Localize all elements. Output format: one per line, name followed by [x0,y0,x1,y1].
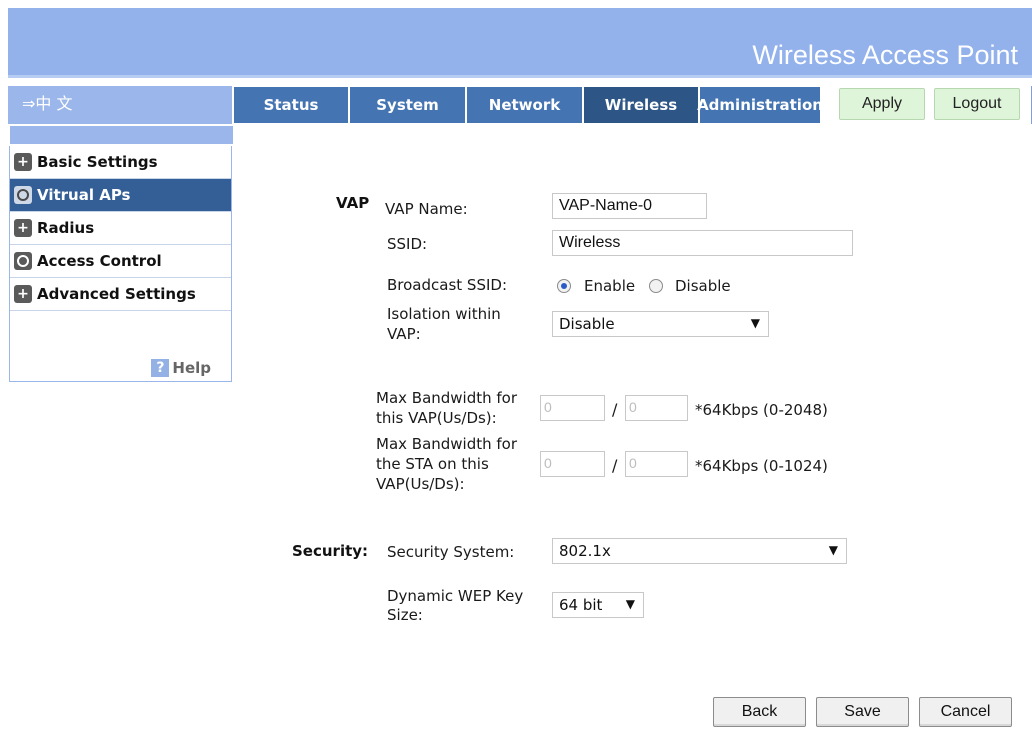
isolation-label-line2: VAP: [387,325,421,343]
security-system-select[interactable]: 802.1x ▼ [552,538,847,564]
wep-key-size-label-line2: Size: [387,606,423,624]
dropdown-arrow-icon: ▼ [750,316,760,330]
dropdown-arrow-icon: ▼ [828,543,838,557]
page-title: Wireless Access Point [752,40,1018,70]
security-system-value: 802.1x [559,542,611,560]
back-button[interactable]: Back [713,697,806,727]
broadcast-disable-label: Disable [675,277,731,295]
plus-icon: + [14,153,32,171]
broadcast-ssid-label: Broadcast SSID: [387,276,507,294]
circle-icon [14,186,32,204]
sidebar-item-basic-settings[interactable]: + Basic Settings [10,146,231,179]
tab-system[interactable]: System [350,87,465,123]
plus-icon: + [14,219,32,237]
help-label: Help [172,359,211,377]
bw-sta-up-input[interactable]: 0 [540,451,605,477]
header-banner: Wireless Access Point [8,8,1032,78]
circle-icon [14,252,32,270]
bw-sta-label: Max Bandwidth for [376,435,518,453]
apply-button[interactable]: Apply [839,88,925,120]
save-button[interactable]: Save [816,697,909,727]
bw-sta-separator: / [612,456,618,475]
sidebar-header-strip [10,126,233,144]
broadcast-disable-radio[interactable] [649,279,663,293]
wep-key-size-value: 64 bit [559,596,603,614]
bw-vap-unit: *64Kbps (0-2048) [695,401,828,419]
bw-vap-separator: / [612,400,618,419]
sidebar-item-advanced-settings[interactable]: + Advanced Settings [10,278,231,311]
sidebar-item-virtual-aps[interactable]: Vitrual APs [10,179,231,212]
isolation-value: Disable [559,315,615,333]
sidebar-item-label: Advanced Settings [37,285,196,303]
section-security: Security: [292,542,369,560]
sidebar-item-label: Access Control [37,252,162,270]
top-nav: ⇒中 文 Status System Network Wireless Admi… [8,86,1032,124]
language-switch[interactable]: ⇒中 文 [8,86,232,124]
sidebar-item-label: Vitrual APs [37,186,131,204]
bw-sta-label-line2: the STA on this [376,455,489,473]
isolation-label: Isolation within [387,305,501,323]
sidebar-item-label: Basic Settings [37,153,158,171]
sidebar-item-access-control[interactable]: Access Control [10,245,231,278]
broadcast-enable-radio[interactable] [557,279,571,293]
help-link[interactable]: ? Help [151,359,211,377]
sidebar-item-label: Radius [37,219,95,237]
logout-button[interactable]: Logout [934,88,1020,120]
bw-sta-down-input[interactable]: 0 [625,451,688,477]
tab-wireless[interactable]: Wireless [584,87,698,123]
wep-key-size-select[interactable]: 64 bit ▼ [552,592,644,618]
cancel-button[interactable]: Cancel [919,697,1012,727]
bw-vap-up-input[interactable]: 0 [540,395,605,421]
question-icon: ? [151,359,170,377]
ssid-label: SSID: [387,235,428,253]
wep-key-size-label: Dynamic WEP Key [387,587,524,605]
isolation-select[interactable]: Disable ▼ [552,311,769,337]
tab-status[interactable]: Status [234,87,348,123]
vap-name-label: VAP Name: [385,200,468,218]
bw-sta-unit: *64Kbps (0-1024) [695,457,828,475]
vap-name-input[interactable]: VAP-Name-0 [552,193,707,219]
bw-vap-down-input[interactable]: 0 [625,395,688,421]
sidebar: + Basic Settings Vitrual APs + Radius Ac… [9,146,232,382]
security-system-label: Security System: [387,543,515,561]
plus-icon: + [14,285,32,303]
bw-vap-label: Max Bandwidth for [376,389,518,407]
section-vap: VAP [336,194,370,212]
tab-network[interactable]: Network [467,87,582,123]
bw-vap-label-line2: this VAP(Us/Ds): [376,409,497,427]
dropdown-arrow-icon: ▼ [625,597,635,611]
broadcast-enable-label: Enable [584,277,636,295]
sidebar-item-radius[interactable]: + Radius [10,212,231,245]
bw-sta-label-line3: VAP(Us/Ds): [376,475,465,493]
tab-administration[interactable]: Administration [697,87,823,123]
ssid-input[interactable]: Wireless [552,230,853,256]
